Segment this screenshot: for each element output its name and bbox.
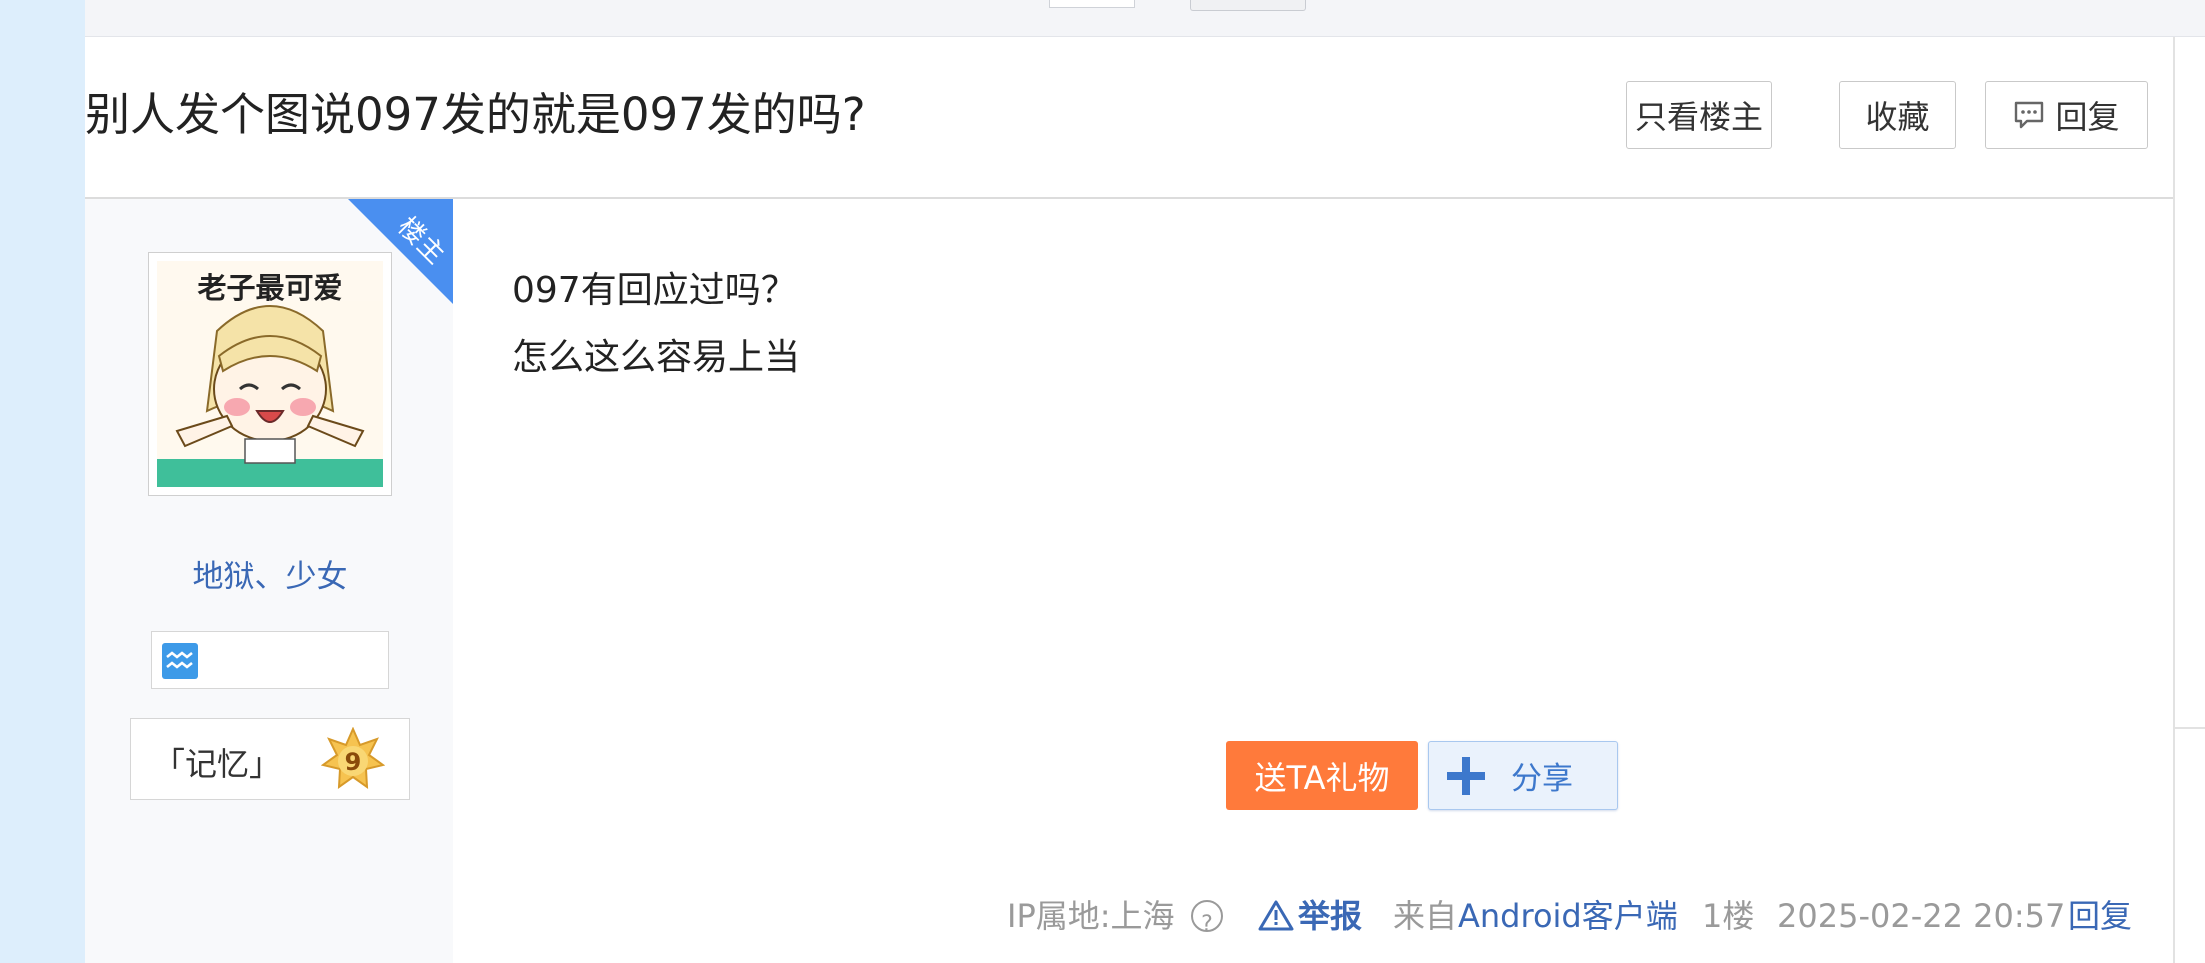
report-label: 举报 bbox=[1298, 897, 1363, 935]
level-star-icon: 9 bbox=[320, 726, 386, 791]
page-go-button[interactable] bbox=[1190, 0, 1306, 11]
post-timestamp: 2025-02-22 20:57 bbox=[1777, 897, 2066, 935]
author-username[interactable]: 地狱、少女 bbox=[85, 551, 455, 596]
floor-number: 1楼 bbox=[1702, 897, 1755, 935]
favorite-button[interactable]: 收藏 bbox=[1839, 81, 1956, 149]
post-content: 097有回应过吗？ 怎么这么容易上当 bbox=[512, 257, 800, 391]
page-input[interactable] bbox=[1049, 0, 1135, 8]
warning-icon bbox=[1258, 900, 1294, 931]
avatar[interactable]: 老子最可爱 bbox=[148, 252, 392, 496]
source-prefix: 来自 bbox=[1393, 897, 1458, 935]
thread-title: 别人发个图说097发的就是097发的吗? bbox=[85, 88, 866, 141]
post-content-line: 097有回应过吗？ bbox=[512, 270, 797, 311]
share-button[interactable]: 分享 bbox=[1428, 741, 1618, 810]
author-sidebar: 楼主 老子最可爱 地狱、少女 「记忆」 9 bbox=[85, 199, 453, 963]
post-reply-link[interactable]: 回复 bbox=[2068, 893, 2132, 939]
post-content-line: 怎么这么容易上当 bbox=[512, 337, 801, 378]
aquarius-icon bbox=[162, 643, 198, 679]
level-name: 「记忆」 bbox=[153, 745, 282, 783]
only-op-button[interactable]: 只看楼主 bbox=[1626, 81, 1772, 149]
reply-button-label: 回复 bbox=[2055, 98, 2120, 136]
badge-slot[interactable] bbox=[151, 631, 389, 689]
report-link[interactable]: 举报 bbox=[1258, 893, 1362, 939]
avatar-image: 老子最可爱 bbox=[157, 261, 383, 487]
share-button-label: 分享 bbox=[1511, 761, 1573, 797]
thread-page: 别人发个图说097发的就是097发的吗? 只看楼主 收藏 回复 楼主 老子最可爱… bbox=[85, 0, 2205, 963]
source-client-link[interactable]: Android客户端 bbox=[1458, 893, 1678, 939]
top-pagination-strip bbox=[85, 0, 2205, 37]
level-number: 9 bbox=[345, 748, 362, 776]
help-icon[interactable]: ? bbox=[1191, 900, 1223, 937]
ip-location: IP属地:上海 bbox=[1007, 897, 1175, 935]
comment-icon bbox=[2015, 101, 2044, 129]
avatar-caption: 老子最可爱 bbox=[197, 271, 343, 305]
plus-icon bbox=[1447, 756, 1485, 795]
send-gift-button[interactable]: 送TA礼物 bbox=[1226, 741, 1418, 810]
user-level[interactable]: 「记忆」 9 bbox=[130, 718, 410, 800]
right-scroll-column bbox=[2173, 37, 2205, 963]
post-meta: IP属地:上海 ? 举报 来自 Android客户端 1楼 2025-02-22… bbox=[85, 893, 2135, 939]
reply-button[interactable]: 回复 bbox=[1985, 81, 2148, 149]
